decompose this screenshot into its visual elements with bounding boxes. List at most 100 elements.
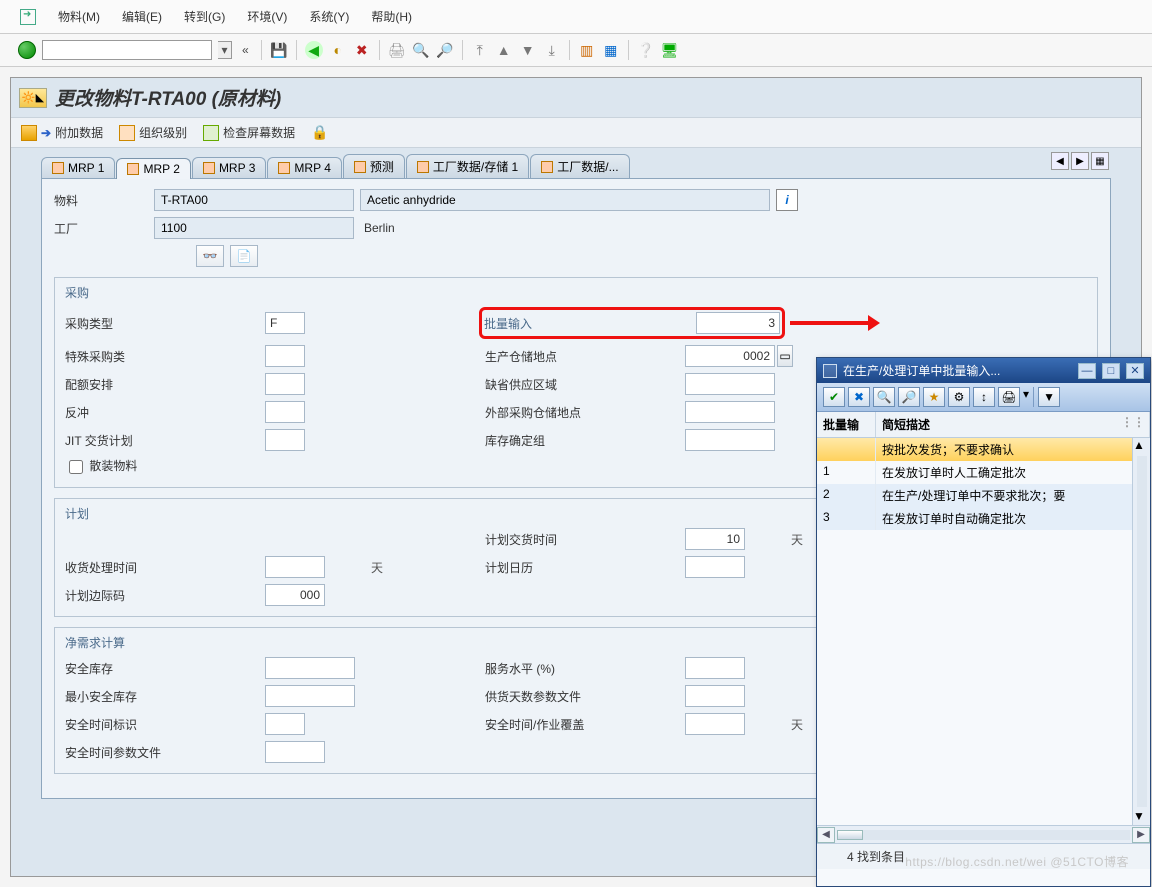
menu-goto[interactable]: 转到(G)	[184, 8, 225, 25]
filter-button[interactable]: ▼	[1038, 387, 1060, 407]
command-dropdown[interactable]: ▾	[218, 41, 232, 59]
quota-input[interactable]	[265, 373, 305, 395]
vertical-scrollbar[interactable]: ▲ ▼	[1132, 438, 1150, 825]
min-safety-input[interactable]	[265, 685, 355, 707]
gr-time-input[interactable]	[265, 556, 325, 578]
org-level-button[interactable]: 组织级别	[119, 124, 187, 141]
menu-edit[interactable]: 编辑(E)	[122, 8, 162, 25]
col-desc-header[interactable]: 简短描述⋮⋮	[876, 412, 1150, 437]
safetime-profile-input[interactable]	[265, 741, 325, 763]
tab-label: MRP 4	[294, 161, 330, 175]
scroll-right-button[interactable]: ▶	[1132, 827, 1150, 843]
tab-mrp3[interactable]: MRP 3	[192, 157, 266, 178]
safetime-ind-input[interactable]	[265, 713, 305, 735]
favorite-button[interactable]: ★	[923, 387, 945, 407]
table-row[interactable]: 3 在发放订单时自动确定批次	[817, 507, 1150, 530]
table-row[interactable]: 按批次发货；不要求确认	[817, 438, 1150, 461]
menu-system[interactable]: 系统(Y)	[309, 8, 349, 25]
sort-button[interactable]: ↕	[973, 387, 995, 407]
scroll-up-button[interactable]: ▲	[1133, 438, 1150, 454]
exit-icon[interactable]: ◐	[329, 41, 347, 59]
find-again-button[interactable]: 🔎	[898, 387, 920, 407]
safety-stock-input[interactable]	[265, 657, 355, 679]
tab-plant-more[interactable]: 工厂数据/...	[530, 154, 629, 178]
scroll-track[interactable]	[1137, 456, 1147, 807]
shortcut-icon[interactable]: ▦	[602, 41, 620, 59]
batch-entry-input[interactable]	[696, 312, 780, 334]
plan-cal-input[interactable]	[685, 556, 745, 578]
special-proc-input[interactable]	[265, 345, 305, 367]
accept-button[interactable]: ✔	[823, 387, 845, 407]
lock-button[interactable]: 🔒	[311, 124, 328, 141]
scroll-thumb[interactable]	[837, 830, 863, 840]
glasses-button[interactable]: 👓	[196, 245, 224, 267]
help-icon[interactable]: ❔	[637, 41, 655, 59]
proc-type-input[interactable]	[265, 312, 305, 334]
tab-forecast[interactable]: 预测	[343, 154, 405, 178]
maximize-button[interactable]: □	[1102, 363, 1120, 379]
tab-list-button[interactable]: ▦	[1091, 152, 1109, 170]
prod-loc-input[interactable]	[685, 345, 775, 367]
plan-deliv-input[interactable]	[685, 528, 745, 550]
tab-scroll-right-button[interactable]: ▶	[1071, 152, 1089, 170]
cancel-search-button[interactable]: ✖	[848, 387, 870, 407]
service-level-input[interactable]	[685, 657, 745, 679]
backflush-input[interactable]	[265, 401, 305, 423]
history-back-icon[interactable]: «	[238, 43, 253, 57]
jit-input[interactable]	[265, 429, 305, 451]
prev-page-icon[interactable]: ▲	[495, 41, 513, 59]
close-button[interactable]: ✕	[1126, 363, 1144, 379]
document-button[interactable]: 📄	[230, 245, 258, 267]
command-field[interactable]	[42, 40, 212, 60]
cancel-icon[interactable]: ✖	[353, 41, 371, 59]
last-page-icon[interactable]: ⤓	[543, 41, 561, 59]
tab-mrp2[interactable]: MRP 2	[116, 158, 190, 179]
scroll-track[interactable]	[837, 830, 1130, 840]
personal-list-button[interactable]: ⚙	[948, 387, 970, 407]
tab-mrp1[interactable]: MRP 1	[41, 157, 115, 178]
search-help-button[interactable]: ▭	[777, 345, 793, 367]
safetime-override-input[interactable]	[685, 713, 745, 735]
local-layout-icon[interactable]: 🖥	[661, 41, 679, 59]
table-row[interactable]: 1 在发放订单时人工确定批次	[817, 461, 1150, 484]
new-session-icon[interactable]: ▥	[578, 41, 596, 59]
gr-time-label: 收货处理时间	[65, 559, 265, 576]
scroll-left-button[interactable]: ◀	[817, 827, 835, 843]
scroll-down-button[interactable]: ▼	[1133, 809, 1150, 825]
find-next-icon[interactable]: 🔎	[436, 41, 454, 59]
tab-mrp4[interactable]: MRP 4	[267, 157, 341, 178]
check-screen-button[interactable]: 检查屏幕数据	[203, 124, 295, 141]
menu-help[interactable]: 帮助(H)	[371, 8, 412, 25]
margin-input[interactable]	[265, 584, 325, 606]
menu-material[interactable]: 物料(M)	[58, 8, 100, 25]
additional-data-button[interactable]: ➔ 附加数据	[21, 124, 103, 141]
coverage-profile-input[interactable]	[685, 685, 745, 707]
min-safety-label: 最小安全库存	[65, 688, 265, 705]
back-icon[interactable]: ◀	[305, 41, 323, 59]
find-icon[interactable]: 🔍	[412, 41, 430, 59]
enter-icon[interactable]	[18, 41, 36, 59]
default-area-input[interactable]	[685, 373, 775, 395]
horizontal-scrollbar[interactable]: ◀ ▶	[817, 825, 1150, 843]
next-page-icon[interactable]: ▼	[519, 41, 537, 59]
col-key-header[interactable]: 批量输	[817, 412, 876, 437]
display-toggle-button[interactable]: 🔆◣	[19, 88, 47, 108]
stock-grp-input[interactable]	[685, 429, 775, 451]
separator	[1033, 387, 1034, 407]
save-icon[interactable]: 💾	[270, 41, 288, 59]
ext-loc-input[interactable]	[685, 401, 775, 423]
print-button[interactable]: 🖨	[998, 387, 1020, 407]
table-row[interactable]: 2 在生产/处理订单中不要求批次；要	[817, 484, 1150, 507]
find-button[interactable]: 🔍	[873, 387, 895, 407]
tab-plant-storage1[interactable]: 工厂数据/存储 1	[406, 154, 529, 178]
bulk-checkbox[interactable]	[69, 460, 83, 474]
minimize-button[interactable]: —	[1078, 363, 1096, 379]
tab-scroll-left-button[interactable]: ◀	[1051, 152, 1069, 170]
first-page-icon[interactable]: ⤒	[471, 41, 489, 59]
print-icon[interactable]: 🖨	[388, 41, 406, 59]
column-resize-icon[interactable]: ⋮⋮	[1121, 415, 1145, 429]
popup-titlebar[interactable]: 在生产/处理订单中批量输入... — □ ✕	[817, 358, 1150, 383]
info-button[interactable]: i	[776, 189, 798, 211]
popup-title: 在生产/处理订单中批量输入...	[843, 362, 1000, 379]
menu-environment[interactable]: 环境(V)	[247, 8, 287, 25]
